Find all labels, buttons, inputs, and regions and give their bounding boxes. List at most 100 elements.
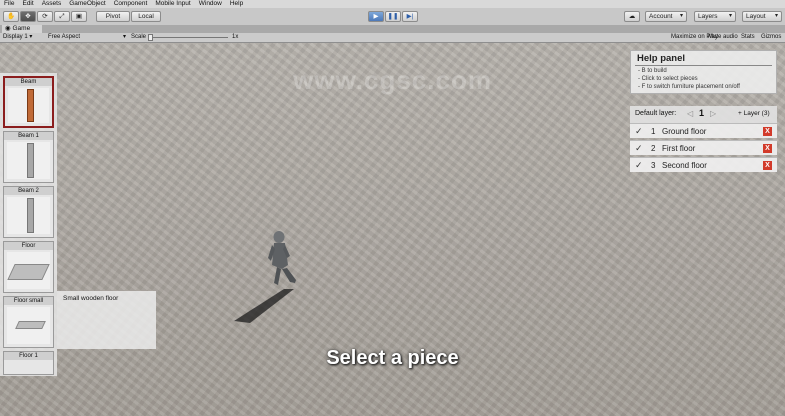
layers-label: Layers <box>698 13 718 20</box>
menu-file[interactable]: File <box>0 0 18 8</box>
piece-tooltip: Small wooden floor <box>57 291 156 349</box>
layer-row[interactable]: ✓ 1 Ground floor X <box>630 123 777 138</box>
rect-icon: ▣ <box>75 13 83 20</box>
help-line: - Click to select pieces <box>638 76 698 82</box>
tooltip-text: Small wooden floor <box>63 295 119 302</box>
piece-label: Beam 2 <box>4 187 53 195</box>
visibility-checkbox[interactable]: ✓ <box>635 160 643 171</box>
layer-name: First floor <box>662 144 696 153</box>
scale-slider-handle[interactable] <box>148 34 153 41</box>
step-icon: ▶| <box>406 13 414 20</box>
piece-floor-small[interactable]: Floor small <box>3 296 54 348</box>
help-line: - B to build <box>638 68 667 74</box>
pause-button[interactable]: ❚❚ <box>385 11 401 22</box>
layer-row[interactable]: ✓ 2 First floor X <box>630 140 777 155</box>
menu-edit[interactable]: Edit <box>18 0 37 8</box>
layer-next-button[interactable]: ▷ <box>710 109 716 118</box>
scale-icon: ⤢ <box>59 13 65 20</box>
menu-assets[interactable]: Assets <box>38 0 66 8</box>
piece-thumbnail <box>7 307 50 344</box>
move-icon: ✥ <box>25 13 31 20</box>
piece-label: Beam 1 <box>4 132 53 140</box>
menu-component[interactable]: Component <box>110 0 152 8</box>
gizmos-dropdown[interactable]: Gizmos <box>761 33 781 42</box>
rotate-tool-button[interactable]: ⟳ <box>37 11 53 22</box>
toolbar: ✋ ✥ ⟳ ⤢ ▣ Pivot Local ▶ ❚❚ ▶| ☁ Account … <box>0 8 785 26</box>
help-line: - F to switch furniture placement on/off <box>638 84 740 90</box>
visibility-checkbox[interactable]: ✓ <box>635 143 643 154</box>
layer-number: 1 <box>651 127 656 136</box>
piece-thumbnail <box>7 197 50 234</box>
piece-beam-2[interactable]: Beam 2 <box>3 186 54 238</box>
layout-label: Layout <box>746 13 766 20</box>
current-layer-value: 1 <box>699 108 705 118</box>
add-layer-button[interactable]: + Layer (3) <box>738 110 770 117</box>
step-button[interactable]: ▶| <box>402 11 418 22</box>
layer-header: Default layer: ◁ 1 ▷ + Layer (3) <box>630 106 777 123</box>
menu-bar: File Edit Assets GameObject Component Mo… <box>0 0 785 8</box>
layout-dropdown[interactable]: Layout <box>742 11 782 22</box>
menu-help[interactable]: Help <box>226 0 247 8</box>
hand-tool-button[interactable]: ✋ <box>3 11 19 22</box>
layer-number: 3 <box>651 161 656 170</box>
display-dropdown[interactable]: Display 1 ▾ <box>3 33 32 42</box>
piece-thumbnail <box>7 142 50 179</box>
delete-layer-button[interactable]: X <box>763 144 772 153</box>
pivot-label: Pivot <box>105 13 121 20</box>
pivot-toggle[interactable]: Pivot <box>96 11 130 22</box>
menu-window[interactable]: Window <box>195 0 226 8</box>
help-divider <box>635 65 772 66</box>
layer-prev-button[interactable]: ◁ <box>687 109 693 118</box>
chevron-down-icon: ▾ <box>123 34 127 40</box>
game-control-bar: Display 1 ▾ Free Aspect ▾ Scale 1x Maxim… <box>0 33 785 43</box>
menu-gameobject[interactable]: GameObject <box>65 0 110 8</box>
stats-toggle[interactable]: Stats <box>741 33 755 42</box>
chevron-down-icon: ▾ <box>29 34 33 40</box>
account-dropdown[interactable]: Account <box>645 11 687 22</box>
subtitle-caption: Select a piece <box>326 347 459 369</box>
piece-thumbnail <box>8 88 49 123</box>
aspect-label: Free Aspect <box>48 34 81 40</box>
tab-game-label: Game <box>12 25 31 32</box>
scale-tool-button[interactable]: ⤢ <box>54 11 70 22</box>
game-viewport[interactable]: www.cgsc.com Beam Beam 1 Beam 2 Floor Fl… <box>0 43 785 416</box>
local-toggle[interactable]: Local <box>131 11 161 22</box>
piece-label: Floor <box>4 242 53 250</box>
delete-layer-button[interactable]: X <box>763 161 772 170</box>
game-tab-strip: ◉ Game <box>0 25 785 33</box>
delete-layer-button[interactable]: X <box>763 127 772 136</box>
layer-number: 2 <box>651 144 656 153</box>
layer-name: Second floor <box>662 161 707 170</box>
scale-slider[interactable] <box>148 34 228 41</box>
move-tool-button[interactable]: ✥ <box>20 11 36 22</box>
scale-label: Scale <box>131 34 147 40</box>
help-title: Help panel <box>637 53 686 64</box>
player-character <box>234 231 296 323</box>
rotate-icon: ⟳ <box>42 13 48 20</box>
piece-label: Beam <box>5 78 52 86</box>
piece-beam-1[interactable]: Beam 1 <box>3 131 54 183</box>
visibility-checkbox[interactable]: ✓ <box>635 126 643 137</box>
cloud-icon: ☁ <box>628 13 636 20</box>
play-icon: ▶ <box>373 13 379 20</box>
tab-game[interactable]: ◉ Game <box>2 25 42 33</box>
pause-icon: ❚❚ <box>387 13 399 20</box>
menu-mobile-input[interactable]: Mobile Input <box>151 0 194 8</box>
piece-label: Floor small <box>4 297 53 305</box>
mute-audio-toggle[interactable]: Mute audio <box>708 33 738 42</box>
aspect-dropdown[interactable]: Free Aspect <box>48 33 80 42</box>
hand-icon: ✋ <box>6 13 16 20</box>
default-layer-label: Default layer: <box>635 110 677 117</box>
scale-value: 1x <box>232 34 239 40</box>
layer-row[interactable]: ✓ 3 Second floor X <box>630 157 777 172</box>
layer-name: Ground floor <box>662 127 707 136</box>
layers-dropdown[interactable]: Layers <box>694 11 736 22</box>
rect-tool-button[interactable]: ▣ <box>71 11 87 22</box>
piece-beam[interactable]: Beam <box>3 76 54 128</box>
account-label: Account <box>649 13 673 20</box>
cloud-button[interactable]: ☁ <box>624 11 640 22</box>
local-label: Local <box>138 13 154 20</box>
piece-thumbnail <box>7 252 50 289</box>
play-button[interactable]: ▶ <box>368 11 384 22</box>
piece-floor[interactable]: Floor <box>3 241 54 293</box>
